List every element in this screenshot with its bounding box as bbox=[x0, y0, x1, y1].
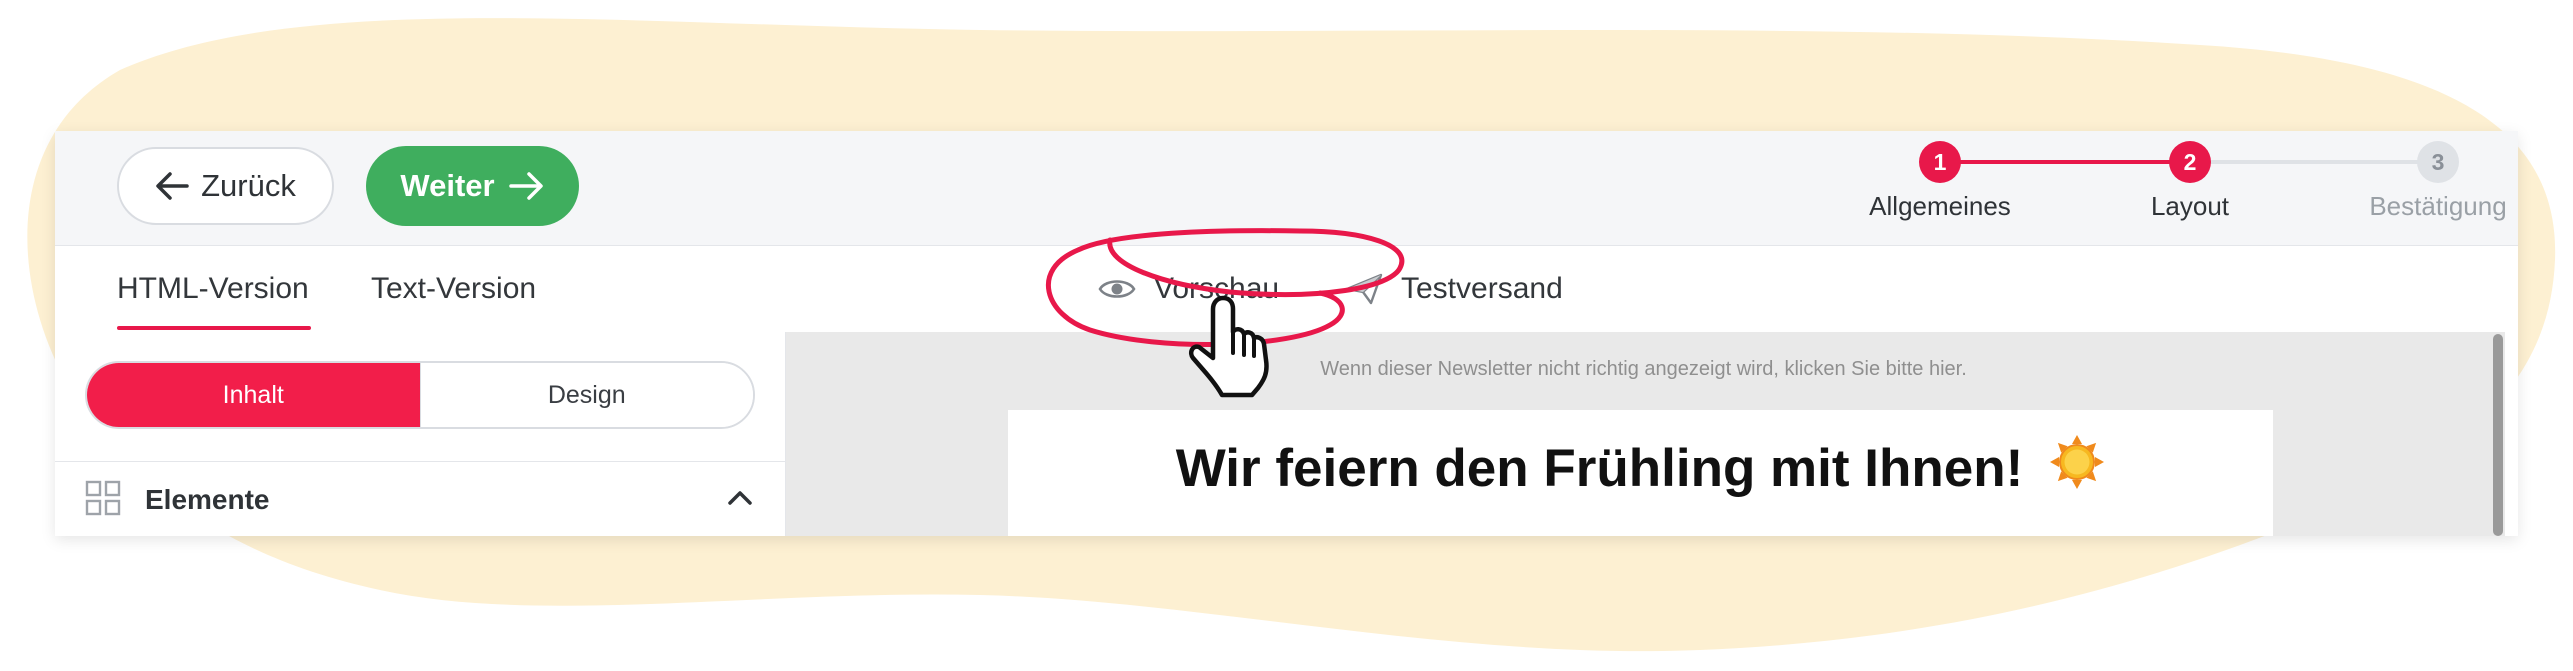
segment-content[interactable]: Inhalt bbox=[87, 363, 420, 427]
step-2-circle[interactable]: 2 bbox=[2169, 141, 2211, 183]
back-button[interactable]: Zurück bbox=[117, 147, 334, 225]
tab-text-version[interactable]: Text-Version bbox=[371, 272, 536, 306]
newsletter-headline: Wir feiern den Frühling mit Ihnen! bbox=[1008, 434, 2273, 503]
top-bar: Zurück Weiter 1 Allgemeines 2 Layout 3 B… bbox=[55, 131, 2518, 246]
preview-scrollbar[interactable] bbox=[2493, 334, 2503, 536]
headline-text: Wir feiern den Frühling mit Ihnen! bbox=[1175, 439, 2024, 498]
step-3-circle[interactable]: 3 bbox=[2417, 141, 2459, 183]
test-send-button[interactable]: Testversand bbox=[1345, 266, 1563, 312]
left-panel: Inhalt Design Elemente bbox=[55, 332, 786, 536]
preview-label: Vorschau bbox=[1154, 272, 1280, 305]
step-3-label: Bestätigung bbox=[2369, 191, 2507, 221]
elements-label: Elemente bbox=[145, 484, 270, 515]
arrow-right-icon bbox=[508, 171, 545, 201]
step-1-circle[interactable]: 1 bbox=[1919, 141, 1961, 183]
next-button[interactable]: Weiter bbox=[366, 146, 579, 226]
active-tab-indicator bbox=[117, 326, 311, 330]
paper-plane-icon bbox=[1345, 273, 1383, 305]
grid-icon bbox=[85, 480, 121, 521]
right-panel-edge bbox=[2505, 332, 2518, 536]
newsletter-card: Wir feiern den Frühling mit Ihnen! bbox=[1008, 410, 2273, 536]
step-2-label: Layout bbox=[2150, 191, 2230, 221]
next-button-label: Weiter bbox=[400, 168, 495, 203]
arrow-left-icon bbox=[155, 171, 189, 201]
chevron-up-icon[interactable] bbox=[727, 488, 753, 511]
test-send-label: Testversand bbox=[1401, 272, 1563, 305]
step-1-label: Allgemeines bbox=[1869, 191, 2011, 221]
editor-window: Zurück Weiter 1 Allgemeines 2 Layout 3 B… bbox=[55, 131, 2518, 536]
sun-icon bbox=[2049, 434, 2105, 503]
preview-button[interactable]: Vorschau bbox=[1098, 266, 1279, 312]
stepper-line-done bbox=[1940, 160, 2190, 164]
back-button-label: Zurück bbox=[201, 168, 296, 203]
tab-html-version[interactable]: HTML-Version bbox=[117, 272, 309, 306]
eye-icon bbox=[1098, 276, 1136, 302]
newsletter-preview: Wenn dieser Newsletter nicht richtig ang… bbox=[786, 332, 2518, 536]
segment-design[interactable]: Design bbox=[419, 363, 753, 427]
stepper-line-pending bbox=[2190, 160, 2438, 164]
content-design-toggle: Inhalt Design bbox=[85, 361, 755, 429]
browser-view-notice[interactable]: Wenn dieser Newsletter nicht richtig ang… bbox=[786, 358, 2501, 381]
tab-row: HTML-Version Text-Version Vorschau Testv… bbox=[55, 246, 2518, 333]
elements-section-header[interactable]: Elemente bbox=[55, 461, 785, 536]
